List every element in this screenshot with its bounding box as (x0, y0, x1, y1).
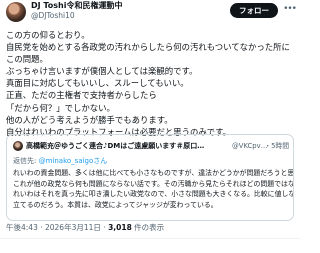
more-options-icon[interactable]: ••• (283, 4, 297, 14)
quoted-post[interactable]: 高橋範充＠ゆうごく連合♪DMはご遠慮願います＃原口… @VKCpv… ・5時間 … (6, 134, 294, 221)
quoted-post-line: れいわの資金問題、多くは他に比べても小さなものですが、違法かどうかが問題だろうと… (13, 169, 293, 177)
post-body-line: 他の人がどう考えようが勝手でもあります。 (6, 114, 173, 125)
post-header: DJ Toshi令和民権運動中 @DJToshi10 フォロー ••• (6, 0, 297, 24)
quoted-post-header: 高橋範充＠ゆうごく連合♪DMはご遠慮願います＃原口… @VKCpv… ・5時間 (13, 141, 289, 152)
post-meta: 午後4:43 · 2026年3月11日 · 3,018 件の表示 (6, 223, 164, 233)
post-body-line: 「だから何？」でしかない。 (6, 102, 115, 113)
post-body: この方の仰るとおり。 自民党を始めとする各政党の汚れからしたら何の汚れもついてな… (6, 29, 298, 138)
post-body-line: 自民党を始めとする各政党の汚れからしたら何の汚れもついてなかった所にこの問題。 (6, 42, 290, 65)
post-body-line: 真面目に対応してもいいし、スルーしてもいい。 (6, 78, 189, 89)
quoted-author-handle: @VKCpv… (232, 142, 268, 150)
reply-to-handle[interactable]: @minako_saigoさん (39, 157, 108, 165)
reply-to-prefix: 返信先: (13, 157, 37, 165)
post-body-line: ぶっちゃけ言いますが僕個人としては楽観的です。 (6, 66, 198, 77)
author-handle[interactable]: @DJToshi10 (31, 11, 123, 21)
author-display-name[interactable]: DJ Toshi令和民権運動中 (31, 1, 123, 11)
quoted-post-line: 立てるのだろう。本質は、政党によってジャッジが変わっている。 (13, 200, 218, 209)
reply-to: 返信先: @minako_saigoさん (13, 156, 107, 166)
post-body-line: この方の仰るとおり。 (6, 30, 90, 40)
author-avatar[interactable] (6, 2, 26, 22)
author-name-block[interactable]: DJ Toshi令和民権運動中 @DJToshi10 (31, 1, 123, 21)
quoted-post-time: ・5時間 (264, 142, 289, 150)
quoted-post-line: これが他の政党なら何も問題にならない話です。その汚職から見たらそれほどの問題では… (13, 179, 293, 188)
post-timestamp[interactable]: 午後4:43 · 2026年3月11日 · (6, 223, 108, 232)
views-count: 3,018 (108, 223, 132, 232)
quoted-author-name: 高橋範充＠ゆうごく連合♪DMはご遠慮願います＃原口… (26, 142, 205, 150)
views-label: 件の表示 (131, 223, 165, 232)
quoted-author-avatar (13, 141, 23, 151)
post-body-line: 正直、ただの主権者で支持者からしたら (6, 90, 157, 101)
quoted-post-body: れいわの資金問題、多くは他に比べても小さなものですが、違法かどうかが問題だろうと… (13, 168, 293, 210)
action-bar (0, 238, 300, 253)
follow-button[interactable]: フォロー (230, 3, 278, 18)
post: DJ Toshi令和民権運動中 @DJToshi10 フォロー ••• この方の… (0, 0, 300, 252)
quoted-post-line: れいわはそれを真っ先に叩き潰したい政党なので、小さな問題も大きくなる。比較に値し… (13, 190, 293, 198)
